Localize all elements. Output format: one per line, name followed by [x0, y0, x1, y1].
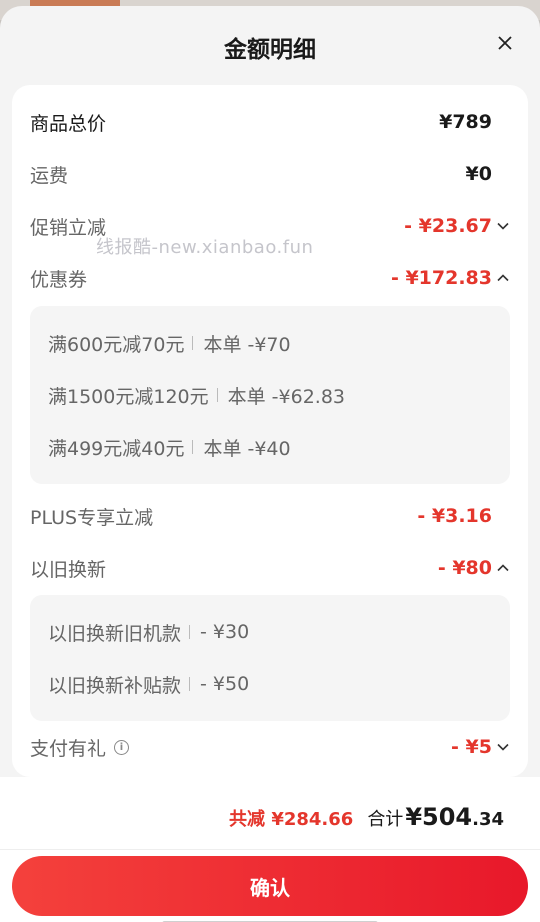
coupon-item-name: 满600元减70元 — [48, 333, 185, 356]
row-trade-in[interactable]: 以旧换新 - ¥80 — [30, 553, 510, 583]
info-icon[interactable]: i — [114, 739, 130, 755]
coupon-item-name: 满1500元减120元 — [48, 385, 209, 408]
row-pay-gift[interactable]: 支付有礼 i - ¥5 — [30, 732, 510, 762]
total-summary: 共减 ¥284.66 合计 ¥504 .34 — [229, 803, 504, 831]
shipping-label: 运费 — [30, 164, 69, 187]
total-label: 合计 — [367, 809, 404, 830]
chevron-down-icon[interactable] — [496, 219, 510, 233]
divider — [0, 849, 540, 850]
goods-total-label: 商品总价 — [30, 112, 107, 135]
trade-in-details-panel: 以旧换新旧机款 - ¥30 以旧换新补贴款 - ¥50 — [30, 595, 510, 721]
coupon-item: 满499元减40元 本单 -¥40 — [48, 432, 291, 462]
total-amount-int: ¥504 — [405, 803, 473, 831]
trade-in-item-name: 以旧换新补贴款 — [48, 674, 182, 697]
separator — [192, 440, 194, 454]
plus-label: PLUS专享立减 — [30, 506, 154, 529]
trade-in-item: 以旧换新旧机款 - ¥30 — [48, 617, 249, 647]
separator — [189, 677, 191, 691]
trade-in-value: - ¥80 — [437, 557, 492, 579]
close-icon — [498, 36, 512, 50]
coupon-value: - ¥172.83 — [390, 267, 492, 289]
coupon-item-name: 满499元减40元 — [48, 437, 185, 460]
plus-value: - ¥3.16 — [417, 505, 492, 527]
separator — [189, 625, 191, 639]
row-goods-total: 商品总价 ¥789 — [30, 107, 510, 137]
chevron-down-icon[interactable] — [496, 740, 510, 754]
close-button[interactable] — [492, 30, 518, 56]
chevron-up-icon[interactable] — [496, 561, 510, 575]
coupon-item-detail: 本单 -¥70 — [203, 333, 291, 356]
trade-in-item-detail: - ¥50 — [200, 673, 250, 695]
confirm-button[interactable]: 确认 — [12, 856, 528, 916]
trade-in-item: 以旧换新补贴款 - ¥50 — [48, 669, 249, 699]
goods-total-value: ¥789 — [439, 111, 492, 133]
coupon-item-detail: 本单 -¥62.83 — [227, 385, 346, 408]
promo-label: 促销立减 — [30, 216, 107, 239]
footer-bar: 共减 ¥284.66 合计 ¥504 .34 确认 — [0, 777, 540, 922]
watermark-text: 线报酷-new.xianbao.fun — [96, 237, 314, 258]
detail-card: 商品总价 ¥789 运费 ¥0 促销立减 - ¥23.67 优惠券 - ¥172… — [12, 85, 528, 777]
coupon-item-detail: 本单 -¥40 — [203, 437, 291, 460]
trade-in-item-detail: - ¥30 — [200, 621, 250, 643]
pay-gift-label: 支付有礼 — [30, 737, 107, 760]
chevron-up-icon[interactable] — [496, 271, 510, 285]
promo-value: - ¥23.67 — [404, 215, 492, 237]
total-discount: 共减 ¥284.66 — [229, 809, 354, 830]
coupon-label: 优惠券 — [30, 268, 88, 291]
coupon-details-panel: 满600元减70元 本单 -¥70 满1500元减120元 本单 -¥62.83 满… — [30, 306, 510, 484]
trade-in-item-name: 以旧换新旧机款 — [48, 622, 182, 645]
sheet-title: 金额明细 — [224, 37, 316, 63]
separator — [216, 388, 218, 402]
trade-in-label: 以旧换新 — [30, 558, 107, 581]
sheet-header: 金额明细 — [0, 6, 540, 88]
coupon-item: 满600元减70元 本单 -¥70 — [48, 328, 291, 358]
row-shipping: 运费 ¥0 — [30, 159, 510, 189]
amount-detail-sheet: 金额明细 商品总价 ¥789 运费 ¥0 促销立减 - ¥23.67 优惠券 -… — [0, 6, 540, 922]
shipping-value: ¥0 — [465, 163, 492, 185]
pay-gift-value: - ¥5 — [451, 736, 492, 758]
coupon-item: 满1500元减120元 本单 -¥62.83 — [48, 380, 345, 410]
total-amount-decimal: .34 — [472, 809, 504, 830]
row-plus: PLUS专享立减 - ¥3.16 — [30, 501, 510, 531]
row-coupon[interactable]: 优惠券 - ¥172.83 — [30, 263, 510, 293]
separator — [192, 336, 194, 350]
